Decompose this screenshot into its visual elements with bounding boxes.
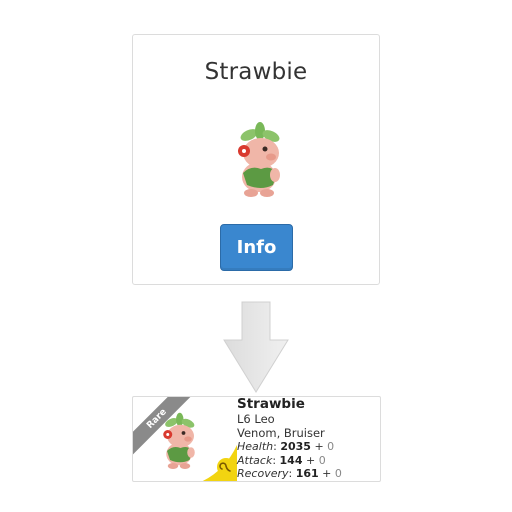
stat-value: 161 bbox=[295, 467, 319, 480]
monster-name-title: Strawbie bbox=[204, 59, 308, 85]
monster-card: Strawbie Info bbox=[132, 34, 380, 285]
stat-value: 2035 bbox=[280, 440, 311, 453]
monster-details: Strawbie L6 Leo Venom, Bruiser Health: 2… bbox=[237, 396, 342, 481]
stat-bonus: 0 bbox=[318, 453, 326, 467]
strawbie-sprite-small bbox=[163, 412, 195, 469]
monster-name: Strawbie bbox=[237, 396, 305, 412]
strawbie-sprite bbox=[238, 122, 280, 197]
stat-label: Health bbox=[237, 440, 274, 453]
monster-traits: Venom, Bruiser bbox=[237, 426, 325, 440]
stat-attack: Attack: 144 + 0 bbox=[237, 453, 326, 467]
stat-label: Recovery bbox=[237, 467, 289, 480]
monster-level-sign: L6 Leo bbox=[237, 412, 275, 426]
stat-recovery: Recovery: 161 + 0 bbox=[237, 467, 342, 480]
down-arrow-icon bbox=[223, 301, 289, 393]
stat-plus: + bbox=[322, 467, 332, 480]
monster-summary-card[interactable]: Rare Strawbie L6 Leo Venom, Bruiser Heal… bbox=[132, 396, 381, 482]
stat-health: Health: 2035 + 0 bbox=[237, 440, 335, 453]
info-button[interactable]: Info bbox=[220, 224, 293, 271]
stat-plus: + bbox=[314, 440, 324, 453]
stat-value: 144 bbox=[279, 453, 303, 467]
stat-bonus: 0 bbox=[334, 467, 342, 480]
stat-label: Attack bbox=[237, 453, 273, 467]
leo-sign-icon bbox=[217, 458, 235, 476]
stat-plus: + bbox=[305, 453, 316, 467]
stat-bonus: 0 bbox=[327, 440, 335, 453]
